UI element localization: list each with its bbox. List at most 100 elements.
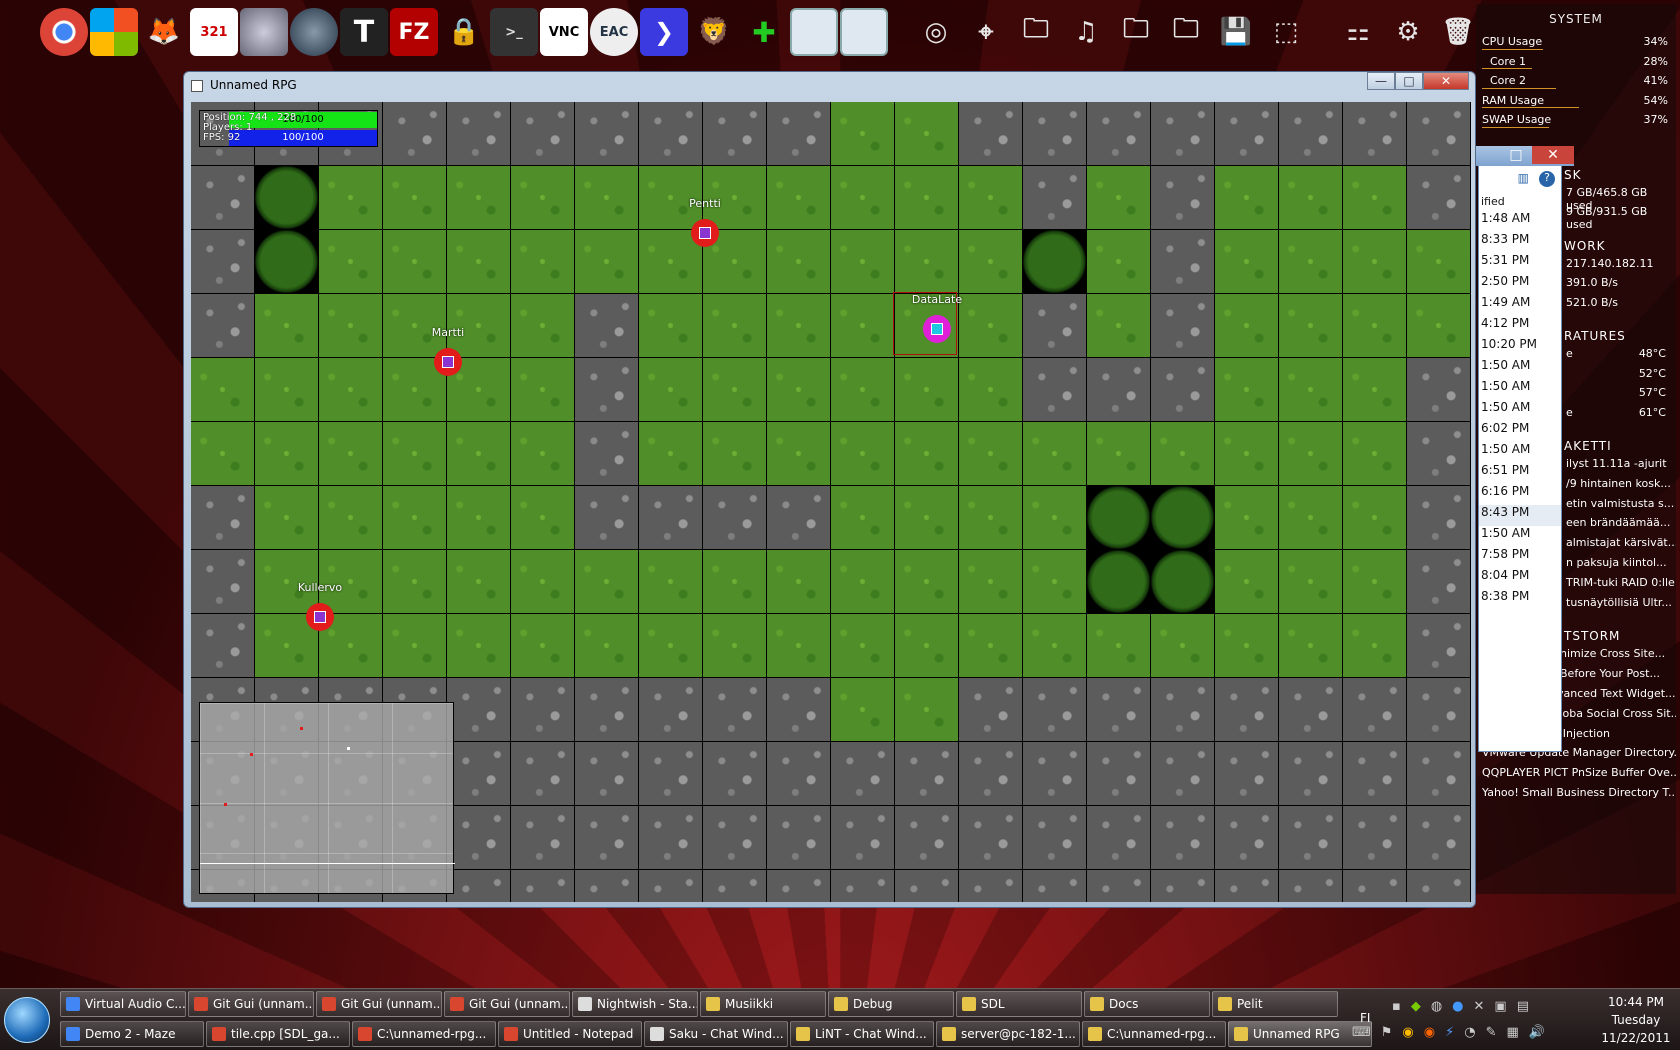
time-cell[interactable]: 8:33 PM (1479, 232, 1561, 253)
text-editor-icon[interactable]: T (340, 8, 388, 56)
time-cell[interactable]: 1:49 AM (1479, 295, 1561, 316)
taskbar-button[interactable]: Git Gui (unnam... (188, 991, 314, 1017)
tray-icon[interactable]: ◔ (1464, 1025, 1475, 1040)
window-app-icon[interactable] (790, 8, 838, 56)
network-tray-icon[interactable]: ▦ (1507, 1025, 1519, 1040)
drop-icon[interactable]: ◍ (1431, 999, 1442, 1014)
time-cell[interactable]: 6:51 PM (1479, 463, 1561, 484)
taskbar-button[interactable]: tile.cpp [SDL_ga... (206, 1021, 350, 1047)
fox-icon[interactable]: 🦊 (140, 8, 188, 56)
network-icon[interactable]: ⚏ (1334, 8, 1382, 56)
taskbar-button[interactable]: Git Gui (unnam... (316, 991, 442, 1017)
taskbar-button[interactable]: LiNT - Chat Wind... (790, 1021, 934, 1047)
cursor-icon[interactable]: ⬚ (1262, 8, 1310, 56)
taskbar-button[interactable]: Virtual Audio C... (60, 991, 186, 1017)
time-cell[interactable]: 1:50 AM (1479, 526, 1561, 547)
folder-icon[interactable]: 🗀 (1012, 8, 1060, 56)
volume-icon[interactable]: 🔊 (1529, 1025, 1545, 1040)
time-cell[interactable]: 10:20 PM (1479, 337, 1561, 358)
taskbar-button[interactable]: Docs (1084, 991, 1210, 1017)
time-cell[interactable]: 1:50 AM (1479, 400, 1561, 421)
disk-tool-icon[interactable] (240, 8, 288, 56)
time-cell[interactable]: 8:43 PM (1479, 505, 1561, 526)
language-indicator[interactable]: FI (1360, 1011, 1370, 1025)
tray-icon[interactable]: ▪ (1392, 999, 1401, 1014)
taskbar-button[interactable]: Musiikki (700, 991, 826, 1017)
panel-icon[interactable]: ▥ (1518, 171, 1529, 191)
eac-icon[interactable]: EAC (590, 8, 638, 56)
time-cell[interactable]: 8:04 PM (1479, 568, 1561, 589)
clock[interactable]: 10:44 PM Tuesday 11/22/2011 (1594, 993, 1678, 1047)
game-viewport[interactable]: Pentti Martti Kullervo DataLate 100/100 100… (191, 102, 1471, 902)
player-marker[interactable] (923, 315, 951, 343)
taskbar-button[interactable]: Git Gui (unnam... (444, 991, 570, 1017)
tray-icon[interactable]: ✎ (1486, 1025, 1497, 1040)
bluetooth-icon[interactable]: ● (1452, 999, 1463, 1014)
time-cell[interactable]: 7:58 PM (1479, 547, 1561, 568)
tray-icon[interactable]: ▤ (1517, 999, 1529, 1014)
folder-icon[interactable]: 🗀 (1112, 8, 1160, 56)
close-button[interactable]: ✕ (1423, 72, 1469, 90)
tray-icon[interactable]: ✕ (1474, 999, 1485, 1014)
putty-icon[interactable]: >_ (490, 8, 538, 56)
git-icon[interactable]: ✚ (740, 8, 788, 56)
tray-icon[interactable]: ◉ (1424, 1025, 1435, 1040)
taskbar-button[interactable]: Saku - Chat Wind... (644, 1021, 788, 1047)
tray-icon[interactable]: ▣ (1494, 999, 1506, 1014)
close-icon[interactable]: ✕ (1532, 146, 1574, 164)
taskbar-button[interactable]: C:\unnamed-rpg... (352, 1021, 496, 1047)
maximize-button[interactable]: □ (1395, 72, 1423, 90)
keyboard-icon[interactable]: ⌨ (1352, 1025, 1371, 1040)
minimap[interactable] (199, 702, 455, 894)
time-cell[interactable]: 1:50 AM (1479, 379, 1561, 400)
nvidia-icon[interactable]: ◆ (1411, 999, 1421, 1014)
lock-icon[interactable]: 🔒 (440, 8, 488, 56)
gear-icon[interactable]: ⚙ (1384, 8, 1432, 56)
time-cell[interactable]: 8:38 PM (1479, 589, 1561, 610)
lion-icon[interactable]: 🦁 (690, 8, 738, 56)
taskbar-button[interactable]: Demo 2 - Maze (60, 1021, 204, 1047)
office-icon[interactable] (90, 8, 138, 56)
background-window[interactable]: ▥ ? ified 1:48 AM 8:33 PM 5:31 PM 2:50 PM 1:… (1478, 146, 1562, 752)
taskbar-button[interactable]: C:\unnamed-rpg... (1082, 1021, 1226, 1047)
column-header[interactable]: ified (1479, 195, 1561, 211)
help-icon[interactable]: ? (1539, 171, 1555, 187)
start-button[interactable] (4, 997, 50, 1043)
save-icon[interactable]: 💾 (1212, 8, 1260, 56)
minimize-button[interactable]: — (1367, 72, 1395, 90)
time-cell[interactable]: 4:12 PM (1479, 316, 1561, 337)
mpc-icon[interactable]: 321 (190, 8, 238, 56)
player-marker[interactable] (306, 603, 334, 631)
cd-icon[interactable]: ◎ (912, 8, 960, 56)
window-app2-icon[interactable] (840, 8, 888, 56)
security-news-item[interactable]: QQPLAYER PICT PnSize Buffer Ove... (1476, 766, 1676, 786)
taskbar-button[interactable]: SDL (956, 991, 1082, 1017)
time-cell[interactable]: 6:16 PM (1479, 484, 1561, 505)
taskbar-button[interactable]: Nightwish - Sta... (572, 991, 698, 1017)
maximize-icon[interactable]: □ (1500, 146, 1532, 164)
taskbar-button[interactable]: server@pc-182-1... (936, 1021, 1080, 1047)
player-marker[interactable] (434, 348, 462, 376)
vnc-icon[interactable]: VNC (540, 8, 588, 56)
flag-icon[interactable]: ⚑ (1381, 1025, 1393, 1040)
ghost-icon[interactable] (290, 8, 338, 56)
taskbar-button[interactable]: Pelit (1212, 991, 1338, 1017)
taskbar-button[interactable]: Unnamed RPG (1228, 1021, 1372, 1047)
time-cell[interactable]: 6:02 PM (1479, 421, 1561, 442)
visual-studio-icon[interactable]: ❯ (640, 8, 688, 56)
mouse-icon[interactable]: ⌖ (962, 8, 1010, 56)
music-folder-icon[interactable]: ♫ (1062, 8, 1110, 56)
tray-icon[interactable]: ◉ (1402, 1025, 1413, 1040)
player-marker[interactable] (691, 219, 719, 247)
time-cell[interactable]: 1:48 AM (1479, 211, 1561, 232)
taskbar-button[interactable]: Untitled - Notepad (498, 1021, 642, 1047)
security-news-item[interactable]: Yahoo! Small Business Directory T... (1476, 786, 1676, 806)
chrome-icon[interactable] (40, 8, 88, 56)
flash-icon[interactable]: ⚡ (1445, 1025, 1454, 1040)
trash-icon[interactable]: 🗑 (1434, 8, 1482, 56)
time-cell[interactable]: 2:50 PM (1479, 274, 1561, 295)
taskbar-button[interactable]: Debug (828, 991, 954, 1017)
folder-icon[interactable]: 🗀 (1162, 8, 1210, 56)
time-cell[interactable]: 1:50 AM (1479, 442, 1561, 463)
filezilla-icon[interactable]: FZ (390, 8, 438, 56)
